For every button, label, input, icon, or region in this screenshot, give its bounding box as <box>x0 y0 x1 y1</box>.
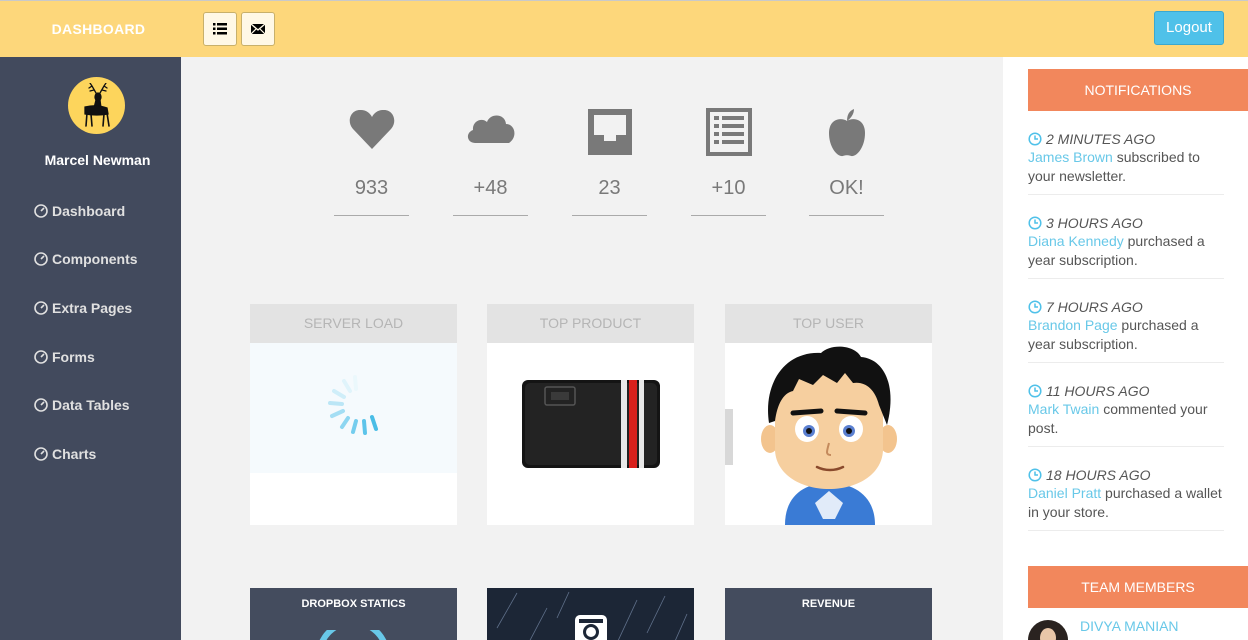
sidebar-toggle-button[interactable] <box>203 12 237 46</box>
list-icon <box>213 23 227 35</box>
notification-time: 7 HOURS AGO <box>1046 298 1143 315</box>
apple-icon <box>828 109 865 157</box>
dashboard-icon <box>34 447 48 461</box>
panel-title: SERVER LOAD <box>250 304 457 343</box>
stat-value: 933 <box>354 177 389 199</box>
stat-divider <box>809 215 884 216</box>
user-name: Marcel Newman <box>44 152 151 168</box>
sidebar-item-label: Charts <box>52 446 97 462</box>
notification-item: 7 HOURS AGO Brandon Page purchased a yea… <box>1028 297 1224 363</box>
stat-divider <box>453 215 528 216</box>
right-sidebar: NOTIFICATIONS 2 MINUTES AGO James Brown … <box>1003 57 1248 640</box>
dashboard-icon <box>34 350 48 364</box>
panel-title: TOP USER <box>725 304 932 343</box>
stat-divider <box>334 215 409 216</box>
clock-icon <box>1028 131 1042 146</box>
sidebar-item-extra-pages[interactable]: Extra Pages <box>34 298 132 318</box>
dropbox-donut-chart <box>319 630 387 640</box>
stat-list: +10 <box>691 107 766 216</box>
dashboard-icon <box>34 301 48 315</box>
stat-value: 23 <box>598 177 621 199</box>
notification-user-link[interactable]: Brandon Page <box>1028 317 1118 333</box>
team-members-header: TEAM MEMBERS <box>1028 566 1248 608</box>
sidebar-item-charts[interactable]: Charts <box>34 444 96 464</box>
notification-item: 2 MINUTES AGO James Brown subscribed to … <box>1028 129 1224 195</box>
sidebar-item-dashboard[interactable]: Dashboard <box>34 201 125 221</box>
notification-user-link[interactable]: Mark Twain <box>1028 401 1099 417</box>
team-member-item[interactable]: DIVYA MANIAN <box>1028 618 1248 640</box>
envelope-icon <box>251 23 265 35</box>
stat-divider <box>691 215 766 216</box>
sidebar: Marcel Newman Dashboard Components Extra… <box>0 57 181 640</box>
panel-body <box>250 343 457 525</box>
sidebar-item-label: Forms <box>52 349 95 365</box>
clock-icon <box>1028 215 1042 230</box>
messages-button[interactable] <box>241 12 275 46</box>
panel-body <box>487 343 694 525</box>
clock-icon <box>1028 299 1042 314</box>
sidebar-item-data-tables[interactable]: Data Tables <box>34 395 130 415</box>
deer-icon <box>84 83 110 127</box>
panel-title: TOP PRODUCT <box>487 304 694 343</box>
notification-time: 11 HOURS AGO <box>1046 382 1150 399</box>
stat-value: OK! <box>829 177 864 199</box>
heart-icon <box>349 109 394 149</box>
dashboard-icon <box>34 204 48 218</box>
notification-time: 18 HOURS AGO <box>1046 466 1151 483</box>
stat-value: +48 <box>473 177 508 199</box>
stat-divider <box>572 215 647 216</box>
instagram-icon[interactable] <box>574 614 608 640</box>
dashboard-icon <box>34 252 48 266</box>
instagram-panel <box>487 588 694 640</box>
stat-inbox: 23 <box>572 107 647 216</box>
stat-likes: 933 <box>334 107 409 216</box>
notification-item: 18 HOURS AGO Daniel Pratt purchased a wa… <box>1028 465 1224 531</box>
notification-user-link[interactable]: James Brown <box>1028 149 1113 165</box>
clock-icon <box>1028 467 1042 482</box>
list-alt-icon <box>705 108 752 156</box>
cloud-icon <box>467 115 514 143</box>
main-content: 933 +48 23 +10 OK! SERVER LOAD TOP PRODU… <box>181 57 1003 640</box>
brand-logo[interactable]: DASHBOARD <box>0 1 197 57</box>
logout-button[interactable]: Logout <box>1154 11 1224 45</box>
wallet-image[interactable] <box>521 378 661 470</box>
sidebar-item-label: Dashboard <box>52 203 126 219</box>
stat-cloud: +48 <box>453 107 528 216</box>
sidebar-item-components[interactable]: Components <box>34 249 138 269</box>
top-product-panel: TOP PRODUCT <box>487 304 694 525</box>
sidebar-item-label: Components <box>52 251 138 267</box>
member-name[interactable]: DIVYA MANIAN <box>1080 618 1179 634</box>
revenue-panel: REVENUE <box>725 588 932 640</box>
panel-body <box>725 343 932 525</box>
panel-title: REVENUE <box>801 598 856 610</box>
clock-icon <box>1028 383 1042 398</box>
sidebar-item-label: Data Tables <box>52 397 130 413</box>
member-avatar <box>1028 620 1068 640</box>
dropbox-statics-panel: DROPBOX STATICS <box>250 588 457 640</box>
stat-value: +10 <box>711 177 746 199</box>
notification-item: 3 HOURS AGO Diana Kennedy purchased a ye… <box>1028 213 1224 279</box>
stat-status: OK! <box>809 107 884 216</box>
sidebar-item-label: Extra Pages <box>52 300 133 316</box>
notification-time: 2 MINUTES AGO <box>1046 130 1156 147</box>
top-bar: DASHBOARD Logout <box>0 0 1248 57</box>
top-user-avatar[interactable] <box>725 343 932 525</box>
notification-user-link[interactable]: Daniel Pratt <box>1028 485 1101 501</box>
inbox-icon <box>587 109 632 155</box>
avatar[interactable] <box>68 77 125 134</box>
dashboard-icon <box>34 398 48 412</box>
server-load-panel: SERVER LOAD <box>250 304 457 525</box>
notification-user-link[interactable]: Diana Kennedy <box>1028 233 1124 249</box>
panel-title: DROPBOX STATICS <box>301 598 406 610</box>
notification-time: 3 HOURS AGO <box>1046 214 1143 231</box>
loading-spinner-icon <box>328 375 378 435</box>
notification-item: 11 HOURS AGO Mark Twain commented your p… <box>1028 381 1224 447</box>
notifications-header: NOTIFICATIONS <box>1028 69 1248 111</box>
top-user-panel: TOP USER <box>725 304 932 525</box>
sidebar-item-forms[interactable]: Forms <box>34 347 95 367</box>
